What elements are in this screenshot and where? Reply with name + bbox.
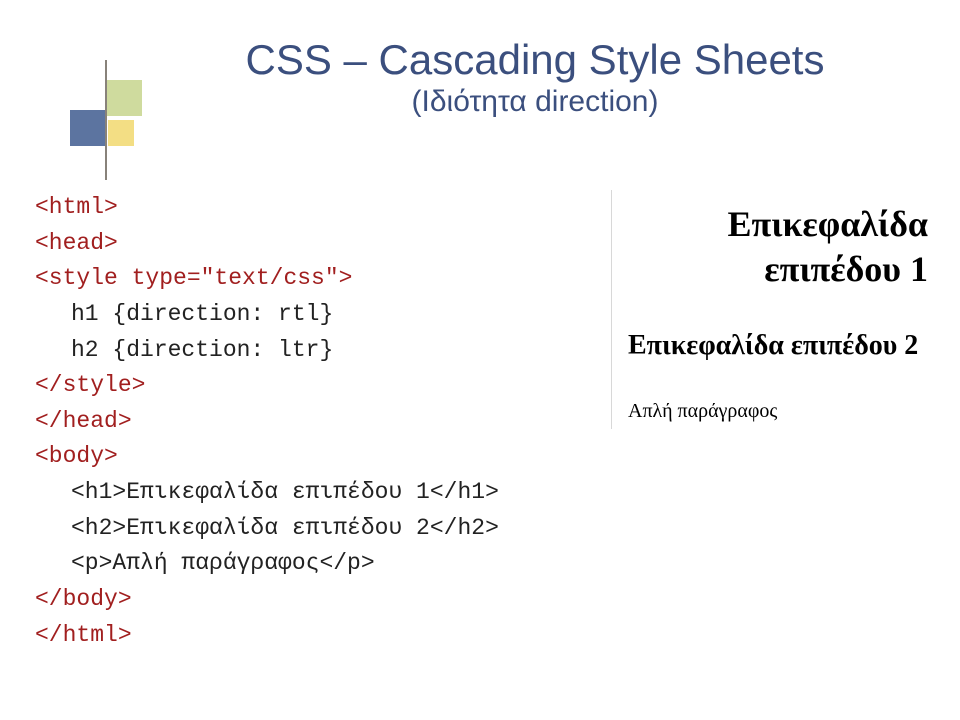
subtitle-text: (Ιδιότητα direction) bbox=[140, 86, 930, 118]
divider-vertical bbox=[105, 60, 107, 180]
code-line-3: <style type="text/css"> bbox=[35, 265, 352, 291]
title-text: CSS – Cascading Style Sheets bbox=[246, 36, 825, 83]
square-green bbox=[106, 80, 142, 116]
render-preview: Επικεφαλίδα επιπέδου 1 Επικεφαλίδα επιπέ… bbox=[611, 190, 930, 429]
code-line-11: <p>Απλή παράγραφος</p> bbox=[35, 546, 375, 582]
code-line-6: </style> bbox=[35, 372, 145, 398]
preview-h1: Επικεφαλίδα επιπέδου 1 bbox=[628, 202, 928, 292]
code-line-10: <h2>Επικεφαλίδα επιπέδου 2</h2> bbox=[35, 511, 499, 547]
preview-h2: Επικεφαλίδα επιπέδου 2 bbox=[628, 328, 928, 364]
code-line-7: </head> bbox=[35, 408, 132, 434]
square-yellow bbox=[108, 120, 134, 146]
code-line-13: </html> bbox=[35, 622, 132, 648]
content-area: <html> <head> <style type="text/css"> h1… bbox=[35, 190, 930, 700]
code-line-12: </body> bbox=[35, 586, 132, 612]
code-line-9: <h1>Επικεφαλίδα επιπέδου 1</h1> bbox=[35, 475, 499, 511]
slide-title: CSS – Cascading Style Sheets (Ιδιότητα d… bbox=[140, 38, 930, 118]
code-line-2: <head> bbox=[35, 230, 118, 256]
code-line-5: h2 {direction: ltr} bbox=[35, 333, 333, 369]
preview-p: Απλή παράγραφος bbox=[628, 400, 928, 423]
code-line-8: <body> bbox=[35, 443, 118, 469]
code-block: <html> <head> <style type="text/css"> h1… bbox=[35, 190, 603, 653]
code-line-1: <html> bbox=[35, 194, 118, 220]
code-line-4: h1 {direction: rtl} bbox=[35, 297, 333, 333]
square-blue bbox=[70, 110, 106, 146]
slide: CSS – Cascading Style Sheets (Ιδιότητα d… bbox=[0, 0, 960, 720]
